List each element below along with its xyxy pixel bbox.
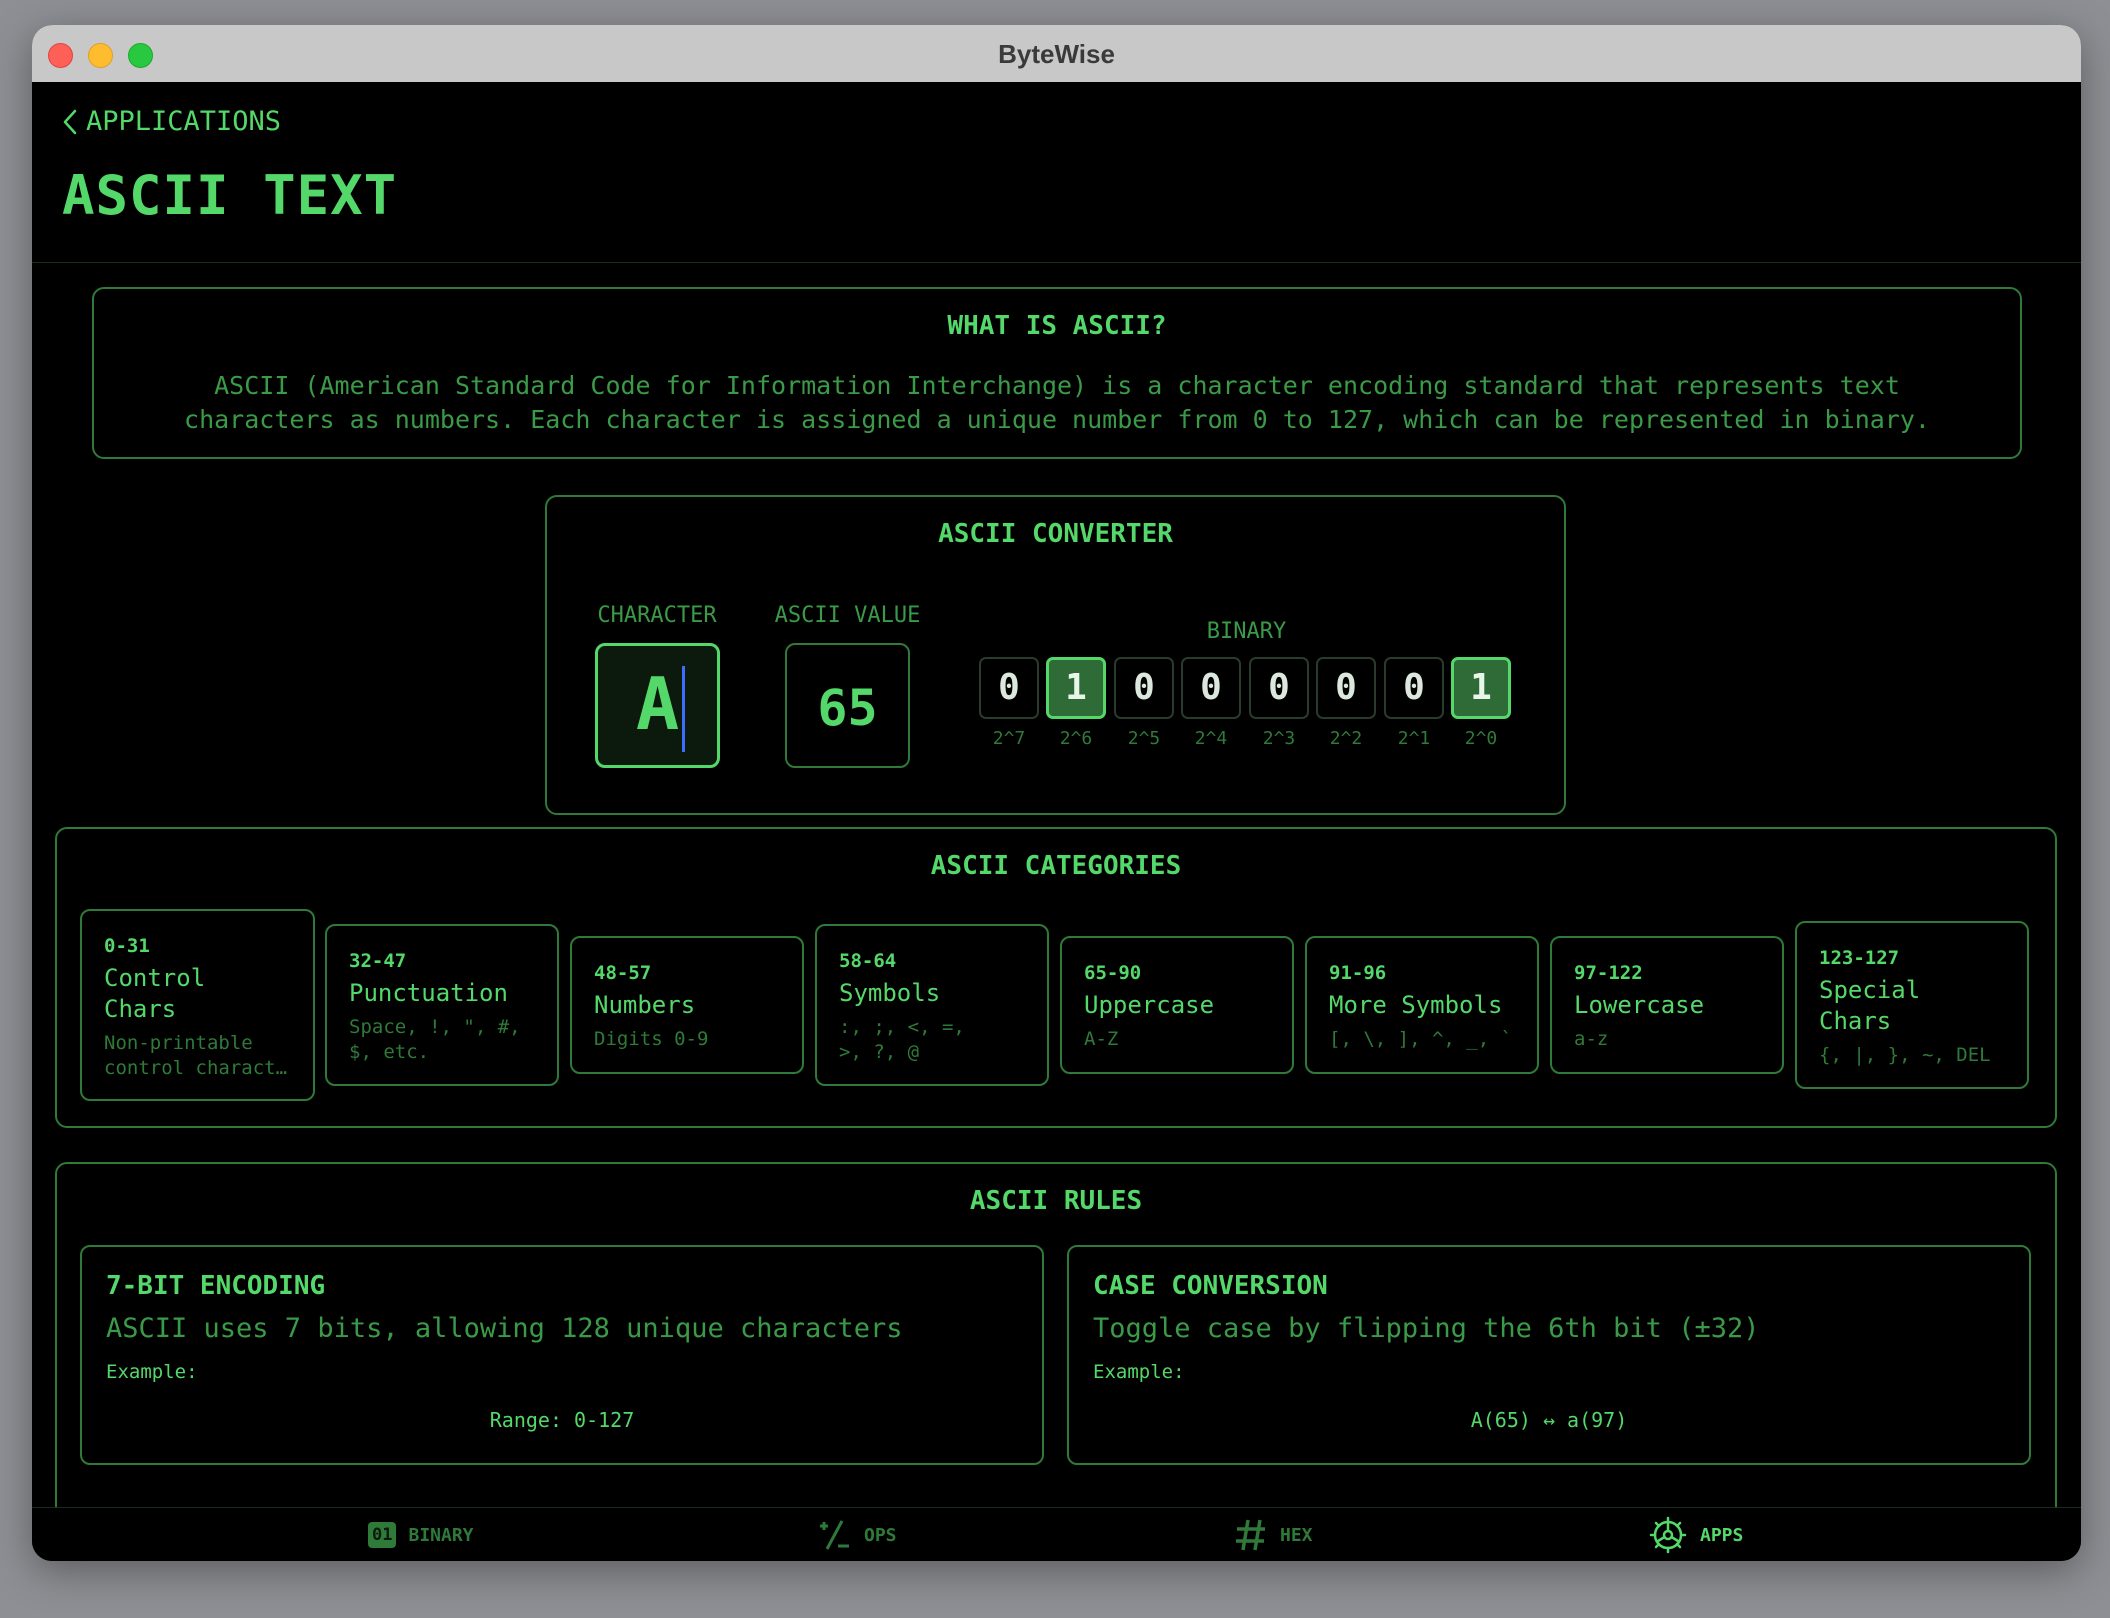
power-label: 2^4: [1194, 728, 1228, 749]
ascii-rules-panel: ASCII RULES 7-BIT ENCODING ASCII uses 7 …: [55, 1162, 2057, 1507]
ascii-categories-panel: ASCII CATEGORIES 0-31 Control Chars Non-…: [55, 827, 2057, 1128]
bit-toggle-0[interactable]: 1: [1451, 657, 1511, 719]
bit-toggle-6[interactable]: 1: [1046, 657, 1106, 719]
rule-title: CASE CONVERSION: [1093, 1271, 1328, 1301]
rule-example-label: Example:: [106, 1361, 198, 1383]
what-is-description: ASCII (American Standard Code for Inform…: [114, 369, 2000, 437]
category-name: Special Chars: [1819, 976, 1921, 1035]
category-description: a-z: [1574, 1028, 1609, 1050]
chevron-left-icon: [63, 109, 77, 134]
ascii-value: 65: [817, 679, 878, 737]
ascii-converter-panel: ASCII CONVERTER CHARACTER A ASCII VALUE …: [545, 495, 1566, 815]
app-window: ByteWise APPLICATIONS ASCII TEXT WHAT IS…: [32, 25, 2081, 1561]
rule-card-7-bit: 7-BIT ENCODING ASCII uses 7 bits, allowi…: [80, 1245, 1044, 1465]
binary-label: BINARY: [1206, 619, 1287, 644]
power-label: 2^6: [1059, 728, 1093, 749]
back-button[interactable]: APPLICATIONS: [62, 106, 281, 137]
rule-example-label: Example:: [1093, 1361, 1185, 1383]
category-range: 97-122: [1574, 962, 1643, 984]
text-caret: [682, 666, 685, 752]
ascii-value-label: ASCII VALUE: [774, 603, 921, 628]
category-card-punctuation[interactable]: 32-47 Punctuation Space, !, ", #, $, etc…: [325, 924, 559, 1086]
tab-bar: 01 BINARY OPS HEX APPS: [32, 1507, 2081, 1561]
category-range: 123-127: [1819, 947, 1900, 969]
category-name: More Symbols: [1329, 991, 1503, 1019]
categories-title: ASCII CATEGORIES: [930, 851, 1182, 881]
bit-toggle-7[interactable]: 0: [979, 657, 1039, 719]
bit-toggle-5[interactable]: 0: [1114, 657, 1174, 719]
rule-example: Range: 0-127: [489, 1408, 635, 1432]
header-divider: [32, 262, 2081, 263]
category-description: {, |, }, ~, DEL: [1819, 1044, 1991, 1066]
power-label: 2^1: [1397, 728, 1431, 749]
tab-label: APPS: [1700, 1524, 1744, 1546]
tab-hex[interactable]: HEX: [1234, 1508, 1313, 1561]
rules-title: ASCII RULES: [969, 1186, 1143, 1216]
category-name: Uppercase: [1084, 991, 1215, 1019]
category-card-lowercase[interactable]: 97-122 Lowercase a-z: [1550, 936, 1784, 1074]
rule-example: A(65) ↔ a(97): [1470, 1408, 1628, 1432]
tab-apps[interactable]: APPS: [1648, 1508, 1743, 1561]
tab-label: BINARY: [408, 1524, 474, 1546]
page-title: ASCII TEXT: [62, 164, 398, 227]
power-label: 2^2: [1329, 728, 1363, 749]
what-is-ascii-panel: WHAT IS ASCII? ASCII (American Standard …: [92, 287, 2022, 459]
rule-subtitle: Toggle case by flipping the 6th bit (±32…: [1093, 1313, 1760, 1344]
main-content: APPLICATIONS ASCII TEXT WHAT IS ASCII? A…: [32, 82, 2081, 1507]
category-card-special[interactable]: 123-127 Special Chars {, |, }, ~, DEL: [1795, 921, 2029, 1089]
tab-binary[interactable]: 01 BINARY: [368, 1508, 474, 1561]
category-name: Numbers: [594, 991, 696, 1019]
bit-toggle-1[interactable]: 0: [1384, 657, 1444, 719]
bit-toggle-4[interactable]: 0: [1181, 657, 1241, 719]
category-card-more-symbols[interactable]: 91-96 More Symbols [, \, ], ^, _, `: [1305, 936, 1539, 1074]
binary-icon: 01: [368, 1522, 397, 1548]
ascii-value-display: 65: [785, 643, 910, 768]
power-label: 2^3: [1262, 728, 1296, 749]
category-description: Digits 0-9: [594, 1028, 709, 1050]
power-label: 2^0: [1464, 728, 1498, 749]
gear-icon: [1648, 1515, 1688, 1555]
category-description: Space, !, ", #, $, etc.: [349, 1016, 521, 1063]
category-name: Punctuation: [349, 979, 508, 1007]
category-card-control[interactable]: 0-31 Control Chars Non-printable control…: [80, 909, 315, 1101]
character-value: A: [635, 662, 680, 746]
category-name: Symbols: [839, 979, 941, 1007]
rule-title: 7-BIT ENCODING: [106, 1271, 326, 1301]
category-card-symbols[interactable]: 58-64 Symbols :, ;, <, =, >, ?, @: [815, 924, 1049, 1086]
power-label: 2^7: [992, 728, 1026, 749]
window-title: ByteWise: [998, 39, 1115, 69]
category-range: 65-90: [1084, 962, 1142, 984]
back-label: APPLICATIONS: [86, 106, 282, 137]
tab-label: HEX: [1280, 1524, 1313, 1546]
what-is-line-2: characters as numbers. Each character is…: [184, 405, 1930, 434]
category-description: [, \, ], ^, _, `: [1329, 1028, 1513, 1050]
power-label: 2^5: [1127, 728, 1161, 749]
category-range: 58-64: [839, 950, 897, 972]
category-description: :, ;, <, =, >, ?, @: [839, 1016, 965, 1063]
character-label: CHARACTER: [597, 603, 717, 628]
category-range: 48-57: [594, 962, 652, 984]
character-input[interactable]: A: [595, 643, 720, 768]
title-bar: ByteWise: [32, 25, 2081, 83]
category-range: 32-47: [349, 950, 407, 972]
bit-toggle-3[interactable]: 0: [1249, 657, 1309, 719]
category-name: Control Chars: [104, 964, 206, 1023]
category-description: A-Z: [1084, 1028, 1119, 1050]
category-range: 0-31: [104, 935, 150, 957]
category-card-numbers[interactable]: 48-57 Numbers Digits 0-9: [570, 936, 804, 1074]
rule-subtitle: ASCII uses 7 bits, allowing 128 unique c…: [106, 1313, 903, 1344]
what-is-line-1: ASCII (American Standard Code for Inform…: [214, 371, 1900, 400]
category-name: Lowercase: [1574, 991, 1705, 1019]
plus-minus-icon: [816, 1517, 852, 1553]
converter-title: ASCII CONVERTER: [938, 519, 1173, 549]
tab-ops[interactable]: OPS: [816, 1508, 897, 1561]
hash-icon: [1234, 1517, 1268, 1553]
category-range: 91-96: [1329, 962, 1387, 984]
tab-label: OPS: [864, 1524, 897, 1546]
rule-card-case-conversion: CASE CONVERSION Toggle case by flipping …: [1067, 1245, 2031, 1465]
category-card-uppercase[interactable]: 65-90 Uppercase A-Z: [1060, 936, 1294, 1074]
category-description: Non-printable control charact…: [104, 1032, 288, 1079]
what-is-title: WHAT IS ASCII?: [947, 311, 1167, 341]
bit-toggle-2[interactable]: 0: [1316, 657, 1376, 719]
